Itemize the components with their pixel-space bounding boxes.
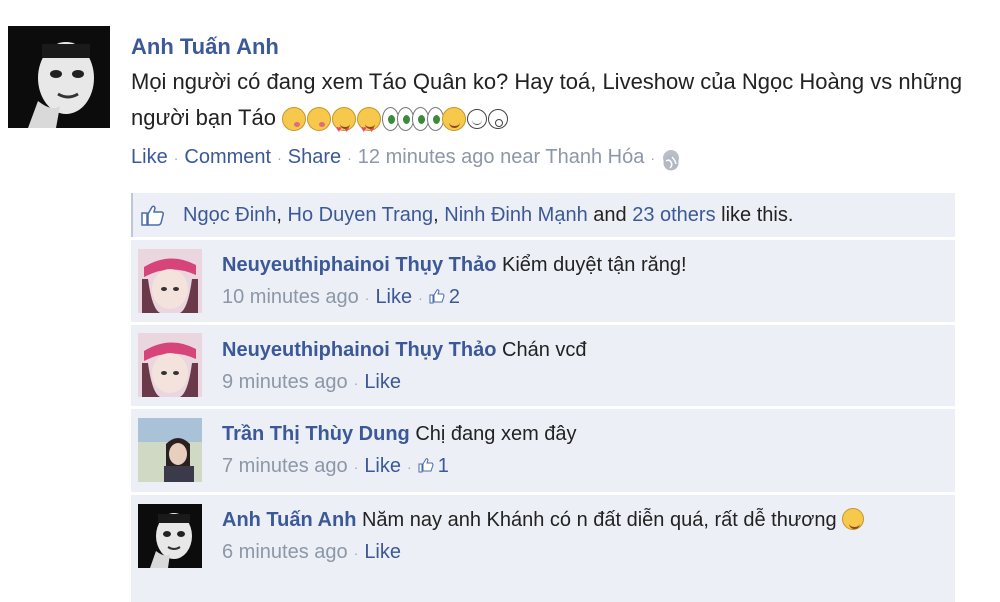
smile-icon xyxy=(442,107,467,132)
like-count-icon xyxy=(429,283,445,304)
comment: Trần Thị Thùy Dung Chị đang xem đây 7 mi… xyxy=(131,409,955,492)
comment-text-line: Anh Tuấn Anh Năm nay anh Khánh có n đất … xyxy=(222,505,922,535)
likes-and: and xyxy=(593,203,627,226)
kiss-face-icon xyxy=(307,107,332,132)
comment-author[interactable]: Neuyeuthiphainoi Thụy Thảo xyxy=(222,339,496,361)
comment-like-link[interactable]: Like xyxy=(375,286,412,308)
comment-meta: 6 minutes ago · Like xyxy=(222,541,402,563)
separator: , xyxy=(276,203,282,226)
commenter-avatar[interactable] xyxy=(138,333,202,397)
separator: , xyxy=(433,203,439,226)
smile-icon xyxy=(842,508,865,530)
avatar-photo xyxy=(8,26,110,128)
liker-name[interactable]: Ho Duyen Trang xyxy=(288,204,434,227)
comment-like-link[interactable]: Like xyxy=(364,541,401,563)
comment: Anh Tuấn Anh Năm nay anh Khánh có n đất … xyxy=(131,495,955,602)
likes-suffix: like this. xyxy=(721,203,794,226)
post-author-name[interactable]: Anh Tuấn Anh xyxy=(131,30,991,64)
feedback-section: Ngọc Đinh, Ho Duyen Trang, Ninh Đinh Mạn… xyxy=(131,193,955,602)
comment-timestamp[interactable]: 10 minutes ago xyxy=(222,286,359,308)
comment-like-count[interactable]: 2 xyxy=(449,286,460,308)
post-author-avatar[interactable] xyxy=(8,26,110,128)
comment-meta: 10 minutes ago · Like · 2 xyxy=(222,282,687,313)
emoticon-group xyxy=(282,107,509,147)
comment-meta: 9 minutes ago · Like xyxy=(222,371,402,393)
location-prefix: near xyxy=(500,146,541,168)
kiss-face-icon xyxy=(282,107,307,132)
comment: Neuyeuthiphainoi Thụy Thảo Kiểm duyệt tậ… xyxy=(131,240,955,322)
comment-author[interactable]: Neuyeuthiphainoi Thụy Thảo xyxy=(222,254,496,276)
comment-timestamp[interactable]: 9 minutes ago xyxy=(222,371,348,393)
heart-eyes-icon xyxy=(357,107,382,147)
comment: Neuyeuthiphainoi Thụy Thảo Chán vcđ 9 mi… xyxy=(131,325,955,406)
heart-eyes-icon xyxy=(332,107,357,147)
commenter-avatar[interactable] xyxy=(138,504,202,568)
comment-text: Chị đang xem đây xyxy=(415,423,577,445)
comment-timestamp[interactable]: 6 minutes ago xyxy=(222,541,348,563)
comment-link[interactable]: Comment xyxy=(184,146,271,168)
comment-text-line: Neuyeuthiphainoi Thụy Thảo Chán vcđ xyxy=(222,335,587,365)
globe-icon[interactable] xyxy=(663,149,679,171)
liker-name[interactable]: Ngọc Đinh xyxy=(183,204,276,227)
comment-author[interactable]: Anh Tuấn Anh xyxy=(222,509,356,531)
comment-text: Năm nay anh Khánh có n đất diễn quá, rất… xyxy=(361,509,837,531)
like-link[interactable]: Like xyxy=(131,146,168,168)
commenter-avatar[interactable] xyxy=(138,249,202,313)
smile-outline-icon xyxy=(467,109,488,130)
comment-body: Anh Tuấn Anh Năm nay anh Khánh có n đất … xyxy=(222,505,922,568)
comment-text: Chán vcđ xyxy=(502,339,587,361)
liker-name[interactable]: Ninh Đinh Mạnh xyxy=(444,204,587,227)
comment-meta: 7 minutes ago · Like · 1 xyxy=(222,451,577,482)
comment-text-line: Trần Thị Thùy Dung Chị đang xem đây xyxy=(222,419,577,449)
likes-others-link[interactable]: 23 others xyxy=(632,204,715,227)
comment-body: Neuyeuthiphainoi Thụy Thảo Chán vcđ 9 mi… xyxy=(222,335,587,398)
comment-like-count[interactable]: 1 xyxy=(438,455,449,477)
like-count-icon xyxy=(418,452,434,473)
post-content: Anh Tuấn Anh Mọi người có đang xem Táo Q… xyxy=(131,30,991,173)
share-link[interactable]: Share xyxy=(288,146,341,168)
comment-text-line: Neuyeuthiphainoi Thụy Thảo Kiểm duyệt tậ… xyxy=(222,250,687,280)
comment-body: Trần Thị Thùy Dung Chị đang xem đây 7 mi… xyxy=(222,419,577,482)
surprised-outline-icon xyxy=(488,109,509,130)
likes-summary: Ngọc Đinh, Ho Duyen Trang, Ninh Đinh Mạn… xyxy=(131,193,955,237)
post-message: Mọi người có đang xem Táo Quân ko? Hay t… xyxy=(131,64,991,147)
post-location[interactable]: Thanh Hóa xyxy=(545,146,644,168)
comment-author[interactable]: Trần Thị Thùy Dung xyxy=(222,423,410,445)
comment-text: Kiểm duyệt tận răng! xyxy=(502,254,687,276)
post-timestamp[interactable]: 12 minutes ago xyxy=(358,146,495,168)
comment-like-link[interactable]: Like xyxy=(364,371,401,393)
thumbs-up-icon xyxy=(141,204,165,226)
post-action-bar: Like · Comment · Share · 12 minutes ago near T… xyxy=(131,142,991,173)
comment-body: Neuyeuthiphainoi Thụy Thảo Kiểm duyệt tậ… xyxy=(222,250,687,313)
post-message-text: Mọi người có đang xem Táo Quân ko? Hay t… xyxy=(131,69,963,130)
comment-timestamp[interactable]: 7 minutes ago xyxy=(222,455,348,477)
commenter-avatar[interactable] xyxy=(138,418,202,482)
comment-like-link[interactable]: Like xyxy=(364,455,401,477)
